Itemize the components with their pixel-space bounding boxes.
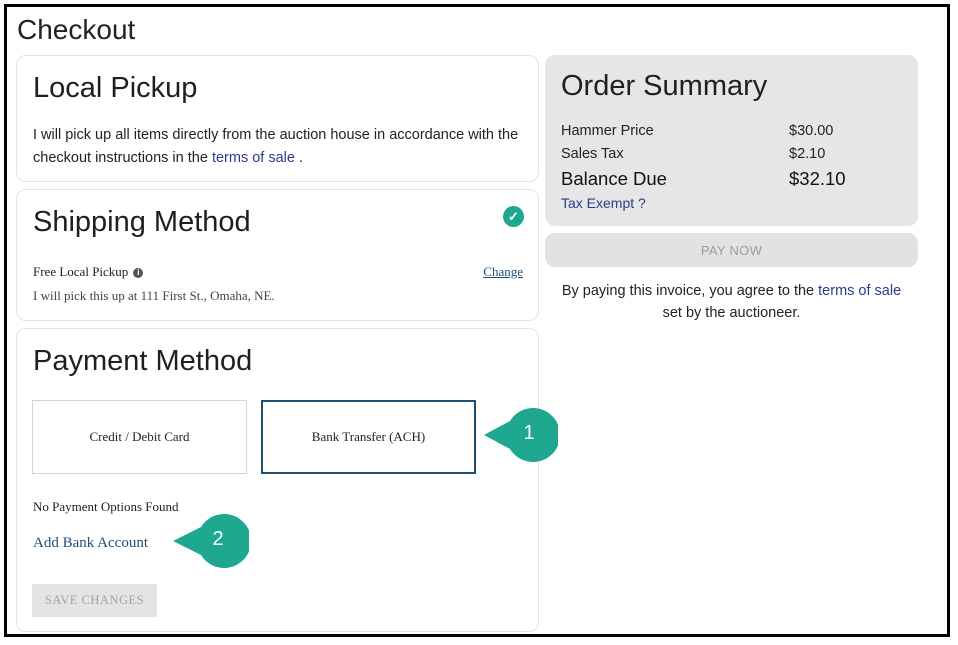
credit-debit-card-label: Credit / Debit Card [89, 429, 190, 444]
balance-due-row: Balance Due $32.10 [561, 168, 851, 190]
terms-of-sale-link[interactable]: terms of sale [212, 150, 295, 166]
local-pickup-description: I will pick up all items directly from t… [33, 124, 528, 170]
shipping-method-heading: Shipping Method [33, 206, 251, 238]
sales-tax-row: Sales Tax $2.10 [561, 146, 851, 162]
bank-transfer-label: Bank Transfer (ACH) [311, 429, 426, 444]
local-pickup-text-end: . [294, 150, 303, 166]
order-summary-panel: Order Summary Hammer Price $30.00 Sales … [545, 55, 918, 226]
check-circle-icon: ✓ [503, 206, 524, 227]
sales-tax-label: Sales Tax [561, 146, 624, 162]
pay-now-button[interactable]: PAY NOW [545, 233, 918, 267]
no-payment-options-text: No Payment Options Found [33, 499, 179, 514]
page-title: Checkout [17, 14, 136, 45]
shipping-method-label: Free Local Pickup [33, 264, 129, 279]
bank-transfer-option[interactable]: Bank Transfer (ACH) [261, 400, 476, 474]
hammer-price-value: $30.00 [789, 123, 834, 139]
save-changes-button[interactable]: SAVE CHANGES [32, 584, 157, 617]
shipping-method-name: Free Local Pickup i [33, 264, 144, 280]
balance-due-label: Balance Due [561, 168, 667, 189]
balance-due-value: $32.10 [789, 168, 846, 189]
payment-method-heading: Payment Method [33, 345, 253, 377]
callout-number-1: 1 [523, 422, 535, 444]
payment-method-card: Payment Method Credit / Debit Card Bank … [16, 328, 539, 632]
agreement-text-end: set by the auctioneer. [662, 305, 801, 321]
sales-tax-value: $2.10 [789, 146, 826, 162]
payment-agreement: By paying this invoice, you agree to the… [545, 280, 918, 324]
local-pickup-heading: Local Pickup [33, 72, 198, 104]
change-shipping-link[interactable]: Change [483, 264, 523, 280]
local-pickup-card: Local Pickup I will pick up all items di… [16, 55, 539, 182]
hammer-price-label: Hammer Price [561, 123, 654, 139]
credit-debit-card-option[interactable]: Credit / Debit Card [32, 400, 247, 474]
hammer-price-row: Hammer Price $30.00 [561, 123, 851, 139]
callout-marker-2: 2 [173, 513, 249, 569]
tax-exempt-link[interactable]: Tax Exempt ? [561, 195, 646, 211]
info-icon[interactable]: i [133, 268, 144, 278]
agreement-terms-link[interactable]: terms of sale [818, 283, 901, 299]
callout-number-2: 2 [212, 528, 224, 550]
add-bank-account-link[interactable]: Add Bank Account [33, 535, 148, 552]
agreement-text: By paying this invoice, you agree to the [561, 283, 819, 299]
shipping-address: I will pick this up at 111 First St., Om… [33, 288, 275, 303]
callout-marker-1: 1 [484, 407, 558, 463]
shipping-method-card: Shipping Method ✓ Free Local Pickup i I w… [16, 189, 539, 321]
order-summary-heading: Order Summary [561, 70, 768, 102]
